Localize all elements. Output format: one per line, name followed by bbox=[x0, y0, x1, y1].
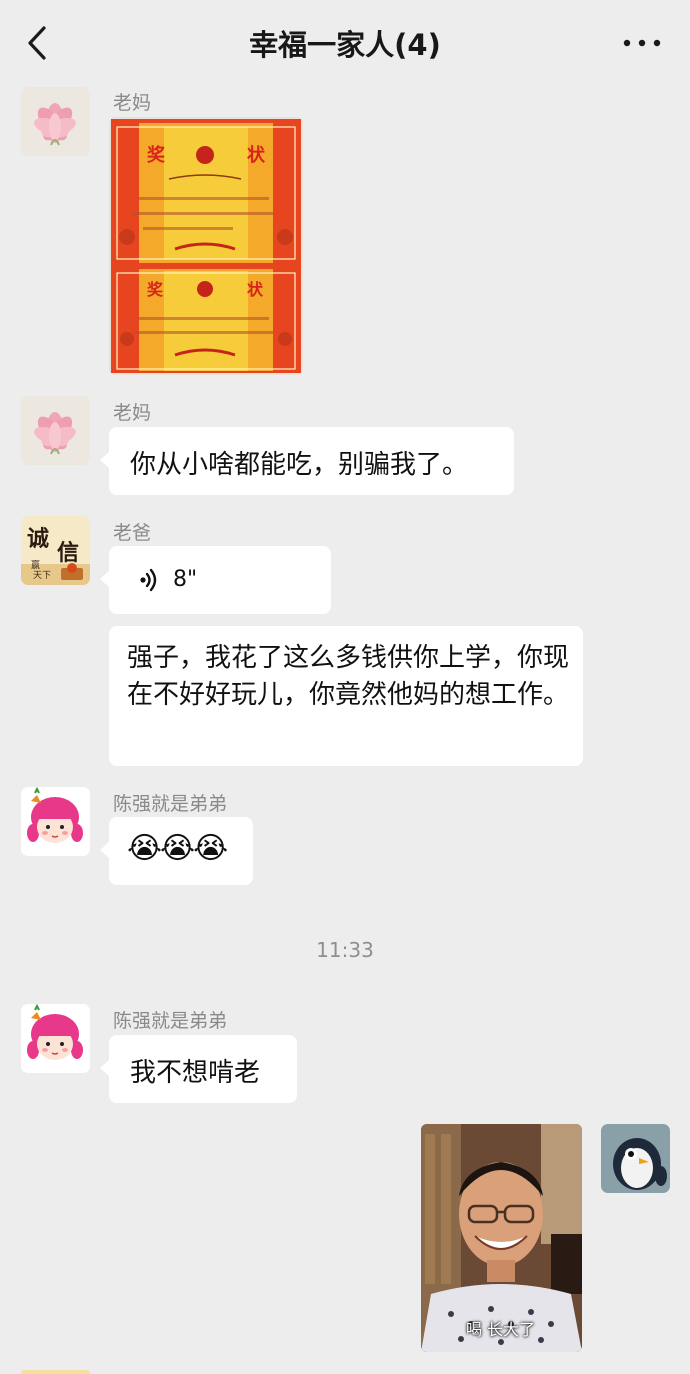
penguin-avatar-icon bbox=[601, 1124, 670, 1193]
cartoon-girl-avatar-icon bbox=[21, 787, 90, 856]
lotus-avatar-icon bbox=[21, 87, 90, 156]
svg-text:诚: 诚 bbox=[27, 526, 49, 552]
voice-wave-icon bbox=[140, 568, 157, 592]
image-message-photo[interactable]: 喝 长大了 bbox=[421, 1124, 582, 1352]
svg-text:赢: 赢 bbox=[31, 559, 40, 571]
chat-screen: 幸福一家人(4) 老妈 奖 状 奖 状 老妈 你从小啥都能吃，别骗我了。 诚 信… bbox=[0, 0, 690, 1374]
more-options-button[interactable] bbox=[622, 34, 662, 52]
message-text: 我不想啃老 bbox=[130, 1058, 261, 1088]
voice-duration: 8" bbox=[173, 567, 198, 592]
sender-name: 老爸 bbox=[113, 522, 152, 544]
cartoon-girl-avatar-icon bbox=[21, 1004, 90, 1073]
calligraphy-avatar-icon: 诚 信 赢 天下 bbox=[21, 516, 90, 585]
svg-text:奖: 奖 bbox=[147, 144, 166, 166]
image-caption: 喝 长大了 bbox=[466, 1320, 536, 1339]
avatar-me[interactable] bbox=[601, 1124, 670, 1193]
text-message-bubble[interactable]: 强子，我花了这么多钱供你上学，你现在不好好玩儿，你竟然他妈的想工作。 bbox=[109, 626, 583, 766]
chat-title: 幸福一家人(4) bbox=[249, 28, 441, 62]
message-text: 强子，我花了这么多钱供你上学，你现在不好好玩儿，你竟然他妈的想工作。 bbox=[127, 643, 570, 710]
sender-name: 老妈 bbox=[113, 92, 152, 114]
chat-header: 幸福一家人(4) bbox=[0, 0, 690, 86]
svg-text:奖: 奖 bbox=[147, 280, 164, 299]
text-message-bubble[interactable]: 我不想啃老 bbox=[100, 1035, 297, 1103]
svg-text:状: 状 bbox=[247, 144, 266, 166]
sender-name: 陈强就是弟弟 bbox=[113, 1010, 228, 1032]
voice-message-bubble[interactable]: 8" bbox=[100, 546, 331, 614]
svg-text:天下: 天下 bbox=[33, 571, 51, 581]
avatar-mom[interactable] bbox=[21, 87, 90, 156]
image-message-certificate[interactable]: 奖 状 奖 状 bbox=[109, 117, 303, 375]
avatar-mom[interactable] bbox=[21, 396, 90, 465]
next-avatar-peek bbox=[21, 1370, 90, 1374]
svg-text:信: 信 bbox=[57, 540, 79, 566]
sender-name: 老妈 bbox=[113, 402, 152, 424]
avatar-brother[interactable] bbox=[21, 787, 90, 856]
message-emoji: 😭😭😭 bbox=[127, 831, 228, 866]
text-message-bubble[interactable]: 你从小啥都能吃，别骗我了。 bbox=[100, 427, 514, 495]
avatar-brother[interactable] bbox=[21, 1004, 90, 1073]
certificate-photo: 奖 状 奖 状 bbox=[109, 117, 303, 375]
more-dots-icon bbox=[623, 39, 661, 47]
timestamp-divider: 11:33 bbox=[316, 938, 374, 962]
emoji-message-bubble[interactable]: 😭😭😭 bbox=[100, 817, 253, 885]
avatar-dad[interactable]: 诚 信 赢 天下 bbox=[21, 516, 90, 585]
sender-name: 陈强就是弟弟 bbox=[113, 793, 228, 815]
lotus-avatar-icon bbox=[21, 396, 90, 465]
message-text: 你从小啥都能吃，别骗我了。 bbox=[130, 450, 469, 480]
svg-text:状: 状 bbox=[247, 280, 264, 299]
